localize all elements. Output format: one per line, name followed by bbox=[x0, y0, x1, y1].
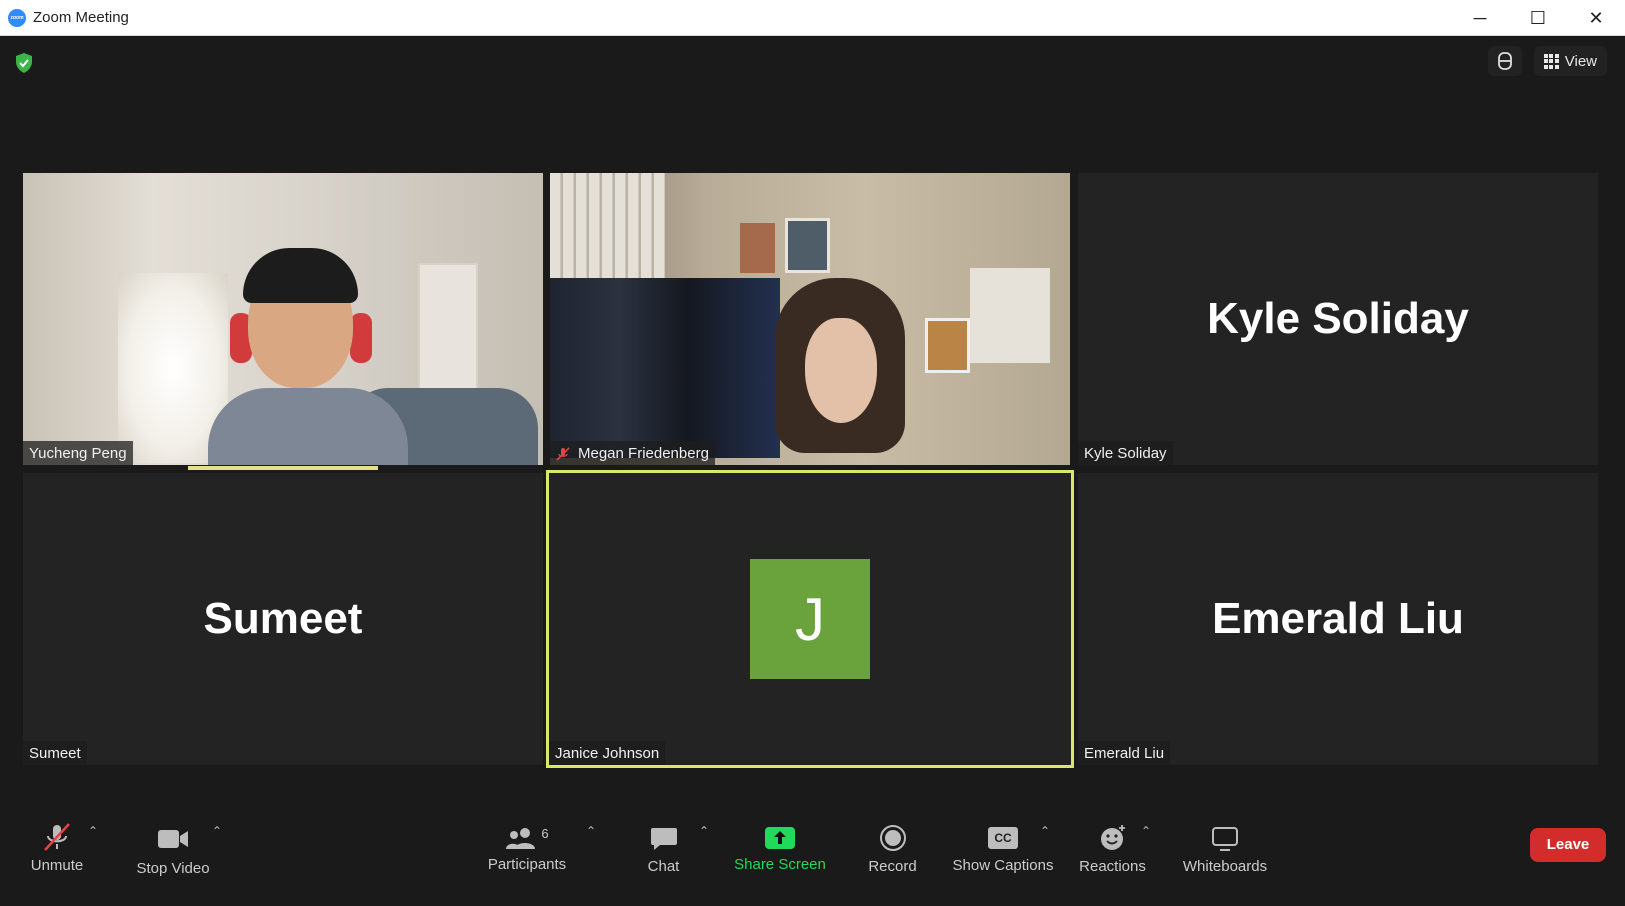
smiley-face-icon bbox=[1100, 825, 1125, 850]
participant-name: Megan Friedenberg bbox=[578, 445, 709, 462]
participant-name-label: Sumeet bbox=[23, 741, 87, 765]
participant-name-label: Emerald Liu bbox=[1078, 741, 1171, 765]
video-tile-yucheng-peng[interactable]: Yucheng Peng bbox=[23, 173, 543, 465]
participants-count: 6 bbox=[541, 826, 549, 841]
muted-mic-icon bbox=[556, 446, 570, 461]
window-title: Zoom Meeting bbox=[33, 9, 129, 26]
cc-text: CC bbox=[994, 831, 1012, 845]
participant-display-name: Kyle Soliday bbox=[1207, 294, 1469, 343]
minimize-icon: ─ bbox=[1473, 7, 1487, 28]
meeting-toolbar: Unmute ⌃ Stop Video ⌃ 6 Participants ⌃ C… bbox=[0, 806, 1625, 906]
top-right-controls: View bbox=[1487, 46, 1625, 76]
whiteboards-button[interactable]: Whiteboards bbox=[1175, 814, 1275, 884]
view-label: View bbox=[1564, 52, 1597, 70]
record-icon bbox=[879, 825, 906, 851]
participant-name-label: Kyle Soliday bbox=[1078, 441, 1173, 465]
participants-options-chevron-up-icon[interactable]: ⌃ bbox=[586, 824, 596, 838]
participant-name: Yucheng Peng bbox=[29, 445, 127, 462]
leave-label: Leave bbox=[1546, 836, 1590, 853]
participant-name: Kyle Soliday bbox=[1084, 445, 1167, 462]
participants-icon bbox=[506, 828, 536, 849]
share-screen-label: Share Screen bbox=[734, 856, 826, 873]
avatar-tile-janice-johnson[interactable]: J Janice Johnson bbox=[546, 470, 1074, 768]
record-label: Record bbox=[868, 858, 917, 875]
avatar-letter: J bbox=[795, 585, 825, 653]
close-window-button[interactable]: ✕ bbox=[1567, 0, 1625, 36]
name-tile-kyle-soliday[interactable]: Kyle Soliday Kyle Soliday bbox=[1078, 173, 1598, 465]
share-screen-arrow-icon bbox=[765, 827, 795, 849]
stop-video-button[interactable]: Stop Video bbox=[130, 814, 216, 884]
reactions-label: Reactions bbox=[1079, 858, 1146, 875]
window-controls: ─ ☐ ✕ bbox=[1451, 0, 1625, 36]
participant-name: Emerald Liu bbox=[1084, 745, 1165, 762]
video-tile-megan-friedenberg[interactable]: Megan Friedenberg bbox=[550, 173, 1070, 465]
chat-button[interactable]: Chat bbox=[626, 814, 701, 884]
audio-options-chevron-up-icon[interactable]: ⌃ bbox=[88, 824, 98, 838]
record-button[interactable]: Record bbox=[855, 814, 930, 884]
stop-video-label: Stop Video bbox=[136, 860, 210, 877]
participant-name-label: Megan Friedenberg bbox=[550, 441, 715, 465]
security-shield-icon[interactable] bbox=[14, 52, 34, 74]
title-bar: zoom Zoom Meeting ─ ☐ ✕ bbox=[0, 0, 1625, 36]
muted-microphone-icon bbox=[44, 823, 70, 851]
name-tile-sumeet[interactable]: Sumeet Sumeet bbox=[23, 473, 543, 765]
name-tile-emerald-liu[interactable]: Emerald Liu Emerald Liu bbox=[1078, 473, 1598, 765]
unmute-label: Unmute bbox=[30, 857, 84, 874]
chat-label: Chat bbox=[647, 858, 680, 875]
minimize-button[interactable]: ─ bbox=[1451, 0, 1509, 36]
view-button[interactable]: View bbox=[1533, 46, 1607, 76]
participant-name-label: Janice Johnson bbox=[549, 741, 666, 765]
participant-name: Sumeet bbox=[29, 745, 81, 762]
captions-options-chevron-up-icon[interactable]: ⌃ bbox=[1040, 824, 1050, 838]
whiteboards-label: Whiteboards bbox=[1182, 858, 1268, 875]
immersive-view-button[interactable] bbox=[1487, 46, 1522, 76]
participants-label: Participants bbox=[487, 856, 567, 873]
reactions-options-chevron-up-icon[interactable]: ⌃ bbox=[1141, 824, 1151, 838]
video-feed bbox=[23, 173, 543, 465]
leave-button[interactable]: Leave bbox=[1530, 828, 1606, 862]
video-feed bbox=[550, 173, 1070, 465]
grid-view-icon bbox=[1543, 53, 1559, 69]
closed-captions-icon: CC bbox=[988, 827, 1018, 849]
chat-bubble-icon bbox=[650, 828, 677, 850]
maximize-icon: ☐ bbox=[1529, 7, 1547, 28]
zoom-logo-text: zoom bbox=[10, 14, 24, 21]
show-captions-label: Show Captions bbox=[952, 857, 1054, 874]
chat-options-chevron-up-icon[interactable]: ⌃ bbox=[699, 824, 709, 838]
participant-display-name: Emerald Liu bbox=[1212, 594, 1464, 643]
reactions-button[interactable]: Reactions bbox=[1075, 814, 1150, 884]
participants-button[interactable]: 6 Participants bbox=[482, 814, 572, 884]
speaking-indicator bbox=[188, 466, 378, 470]
participant-display-name: Sumeet bbox=[203, 594, 363, 643]
share-screen-button[interactable]: Share Screen bbox=[730, 814, 830, 884]
whiteboard-icon bbox=[1212, 827, 1238, 851]
video-options-chevron-up-icon[interactable]: ⌃ bbox=[212, 824, 222, 838]
avatar: J bbox=[750, 559, 870, 679]
participant-name: Janice Johnson bbox=[555, 745, 660, 762]
meeting-stage: View Yucheng Peng Megan Friedenberg Kyle… bbox=[0, 36, 1625, 906]
close-icon: ✕ bbox=[1588, 7, 1604, 28]
unmute-button[interactable]: Unmute bbox=[22, 814, 92, 884]
maximize-button[interactable]: ☐ bbox=[1509, 0, 1567, 36]
zoom-logo-icon: zoom bbox=[8, 8, 26, 27]
participant-name-label: Yucheng Peng bbox=[23, 441, 133, 465]
immersive-icon bbox=[1497, 52, 1512, 70]
video-camera-icon bbox=[158, 830, 188, 848]
